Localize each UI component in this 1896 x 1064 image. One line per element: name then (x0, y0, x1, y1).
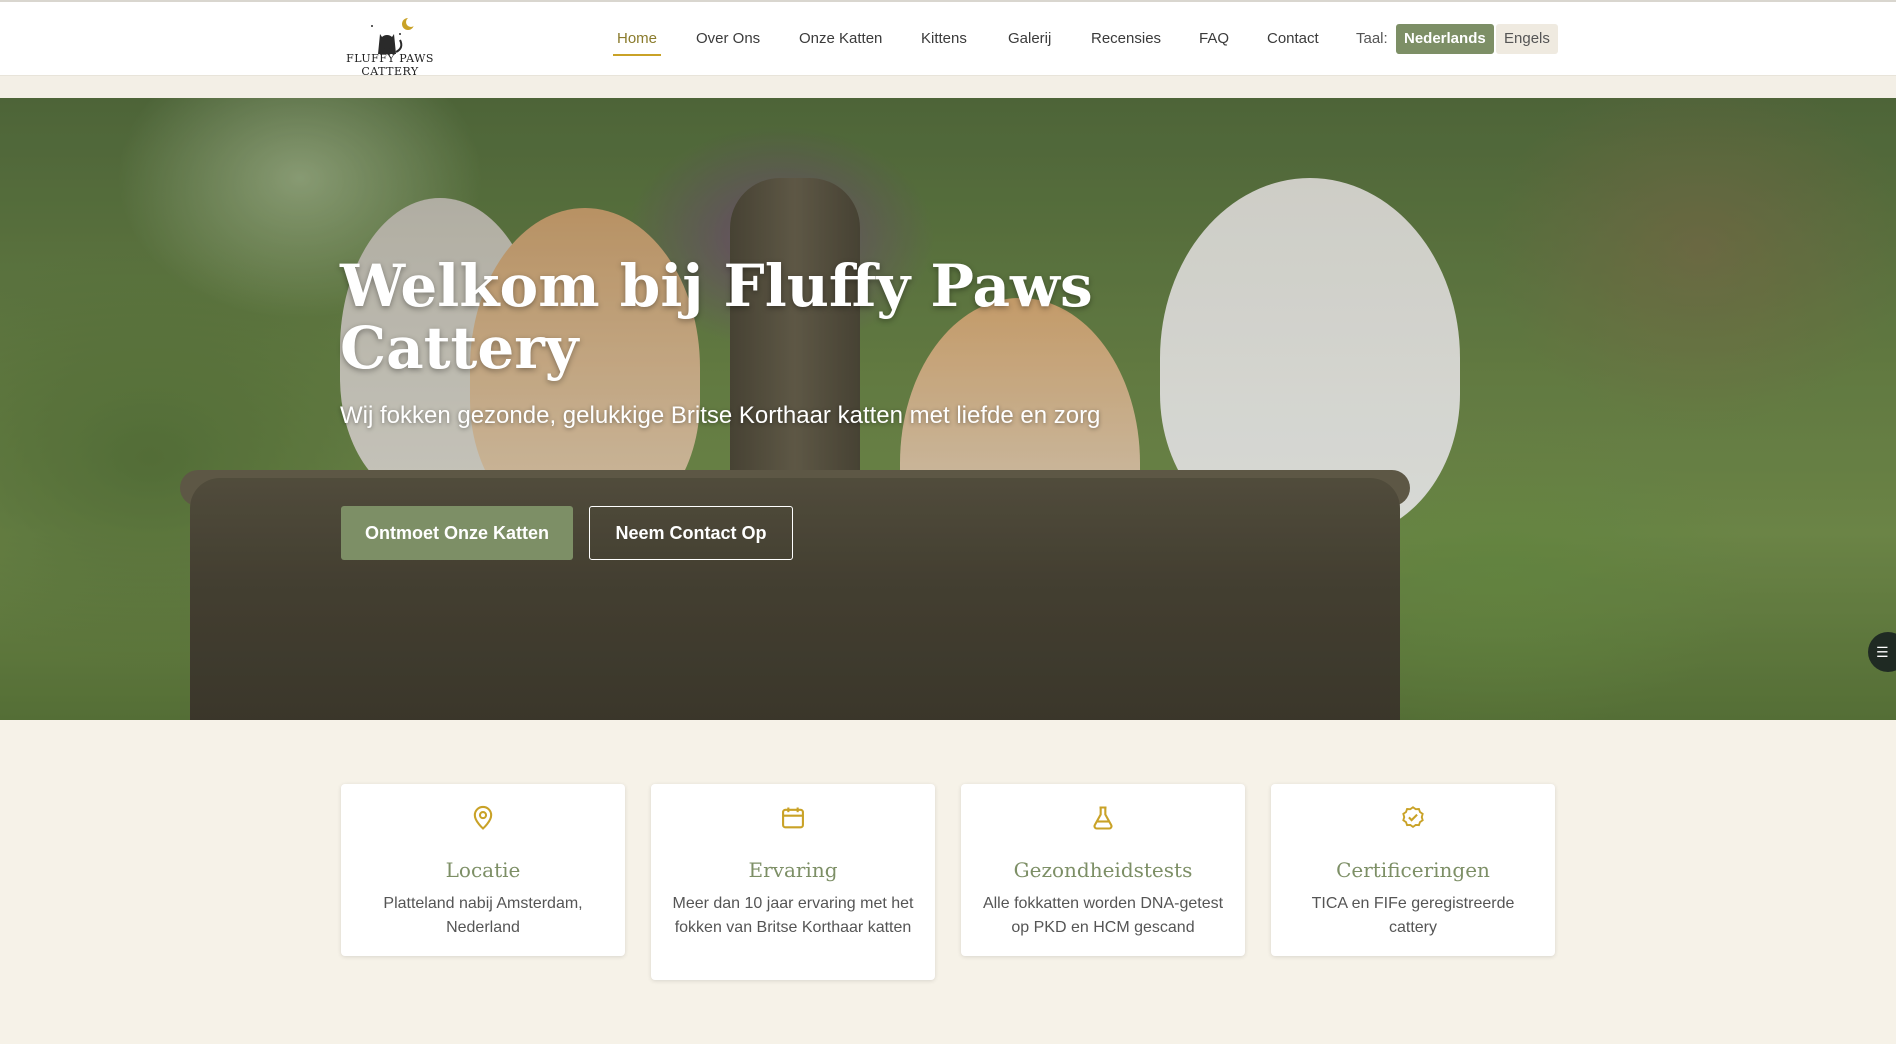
site-header: FLUFFY PAWS CATTERY Home Over Ons Onze K… (0, 2, 1896, 78)
contact-button[interactable]: Neem Contact Op (589, 506, 793, 560)
hero-subtitle: Wij fokken gezonde, gelukkige Britse Kor… (340, 402, 1101, 429)
flask-icon (961, 804, 1245, 832)
main-nav: Home Over Ons Onze Katten Kittens Galeri… (0, 2, 1896, 75)
feature-title: Gezondheidstests (1013, 858, 1193, 882)
nav-onze-katten[interactable]: Onze Katten (799, 30, 882, 47)
badge-check-icon (1271, 804, 1555, 832)
feature-title: Certificeringen (1336, 858, 1490, 882)
feature-card-health-tests: Gezondheidstests Alle fokkatten worden D… (961, 784, 1245, 956)
feature-text: Alle fokkatten worden DNA-getest op PKD … (982, 895, 1224, 936)
language-engels-button[interactable]: Engels (1496, 24, 1558, 54)
feature-text: Meer dan 10 jaar ervaring met het fokken… (672, 895, 914, 936)
feature-card-certifications: Certificeringen TICA en FIFe geregistree… (1271, 784, 1555, 956)
nav-over-ons[interactable]: Over Ons (696, 30, 760, 47)
nav-kittens[interactable]: Kittens (921, 30, 967, 47)
header-spacer (0, 76, 1896, 98)
meet-cats-button[interactable]: Ontmoet Onze Katten (341, 506, 573, 560)
language-label: Taal: (1356, 30, 1388, 47)
nav-recensies[interactable]: Recensies (1091, 30, 1161, 47)
features-section: Locatie Platteland nabij Amsterdam, Nede… (0, 720, 1896, 1044)
next-section-edge (0, 1044, 1896, 1064)
language-nederlands-button[interactable]: Nederlands (1396, 24, 1494, 54)
nav-faq[interactable]: FAQ (1199, 30, 1229, 47)
location-pin-icon (341, 804, 625, 832)
feature-title: Ervaring (748, 858, 838, 882)
feature-card-experience: Ervaring Meer dan 10 jaar ervaring met h… (651, 784, 935, 980)
nav-contact[interactable]: Contact (1267, 30, 1319, 47)
feature-text: TICA en FIFe geregistreerde cattery (1311, 895, 1515, 936)
nav-galerij[interactable]: Galerij (1008, 30, 1051, 47)
hero-title: Welkom bij Fluffy Paws Cattery (340, 252, 1093, 382)
calendar-icon (651, 804, 935, 832)
feature-title: Locatie (445, 858, 521, 882)
feature-text: Platteland nabij Amsterdam, Nederland (383, 895, 583, 936)
nav-home[interactable]: Home (612, 30, 662, 56)
feature-card-location: Locatie Platteland nabij Amsterdam, Nede… (341, 784, 625, 956)
hero-section: Welkom bij Fluffy Paws Cattery Wij fokke… (0, 98, 1896, 720)
